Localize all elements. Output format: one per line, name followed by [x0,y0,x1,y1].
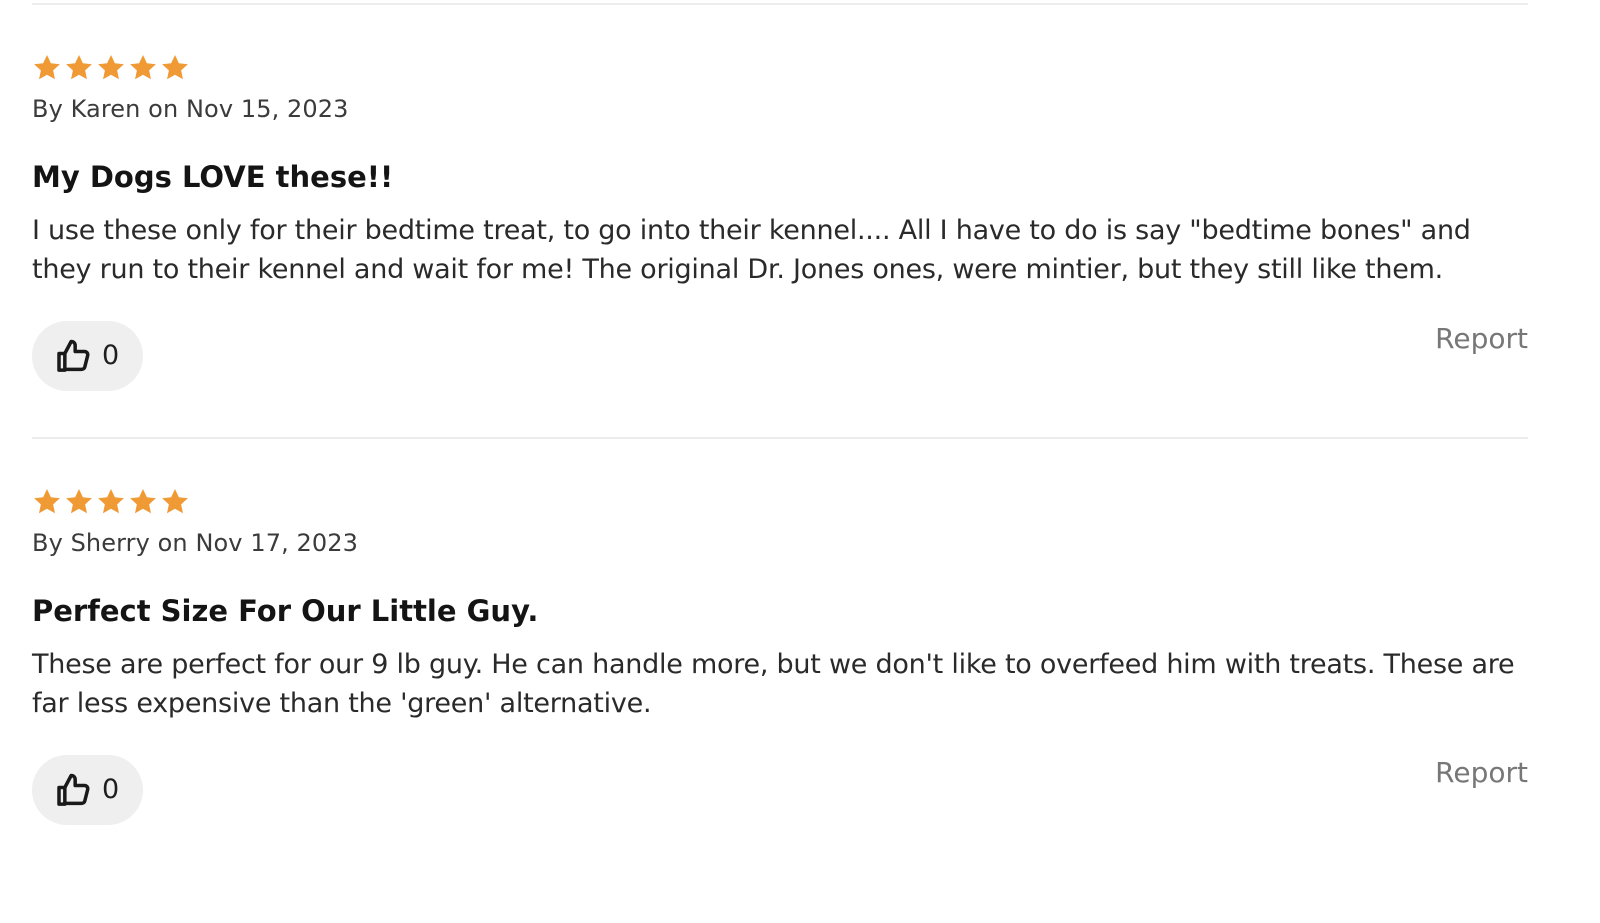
star-filled-icon [66,55,92,80]
review-body: These are perfect for our 9 lb guy. He c… [32,649,1515,719]
thumbs-up-icon [57,773,90,806]
review-item: By Karen on Nov 15, 2023 My Dogs LOVE th… [32,53,1528,391]
report-link[interactable]: Report [1435,322,1528,356]
star-filled-icon [162,55,188,80]
helpful-button[interactable]: 0 [32,755,143,825]
review-byline: By Karen on Nov 15, 2023 [32,95,349,123]
helpful-count: 0 [102,340,120,371]
star-filled-icon [66,489,92,514]
star-filled-icon [98,55,124,80]
reviews-list: By Karen on Nov 15, 2023 My Dogs LOVE th… [32,0,1528,825]
star-rating [32,487,1528,517]
star-filled-icon [130,55,156,80]
divider [32,437,1528,439]
helpful-button[interactable]: 0 [32,321,143,391]
star-filled-icon [34,489,60,514]
review-byline: By Sherry on Nov 17, 2023 [32,529,359,557]
review-title: My Dogs LOVE these!! [32,160,394,194]
helpful-count: 0 [102,774,120,805]
divider [32,3,1528,5]
review-item: By Sherry on Nov 17, 2023 Perfect Size F… [32,487,1528,825]
star-filled-icon [98,489,124,514]
report-link[interactable]: Report [1435,756,1528,790]
review-actions: 0 Report [32,755,1528,825]
star-filled-icon [130,489,156,514]
review-title: Perfect Size For Our Little Guy. [32,594,539,628]
star-rating [32,53,1528,83]
star-filled-icon [162,489,188,514]
review-body: I use these only for their bedtime treat… [32,215,1471,285]
review-actions: 0 Report [32,321,1528,391]
thumbs-up-icon [57,339,90,372]
star-filled-icon [34,55,60,80]
